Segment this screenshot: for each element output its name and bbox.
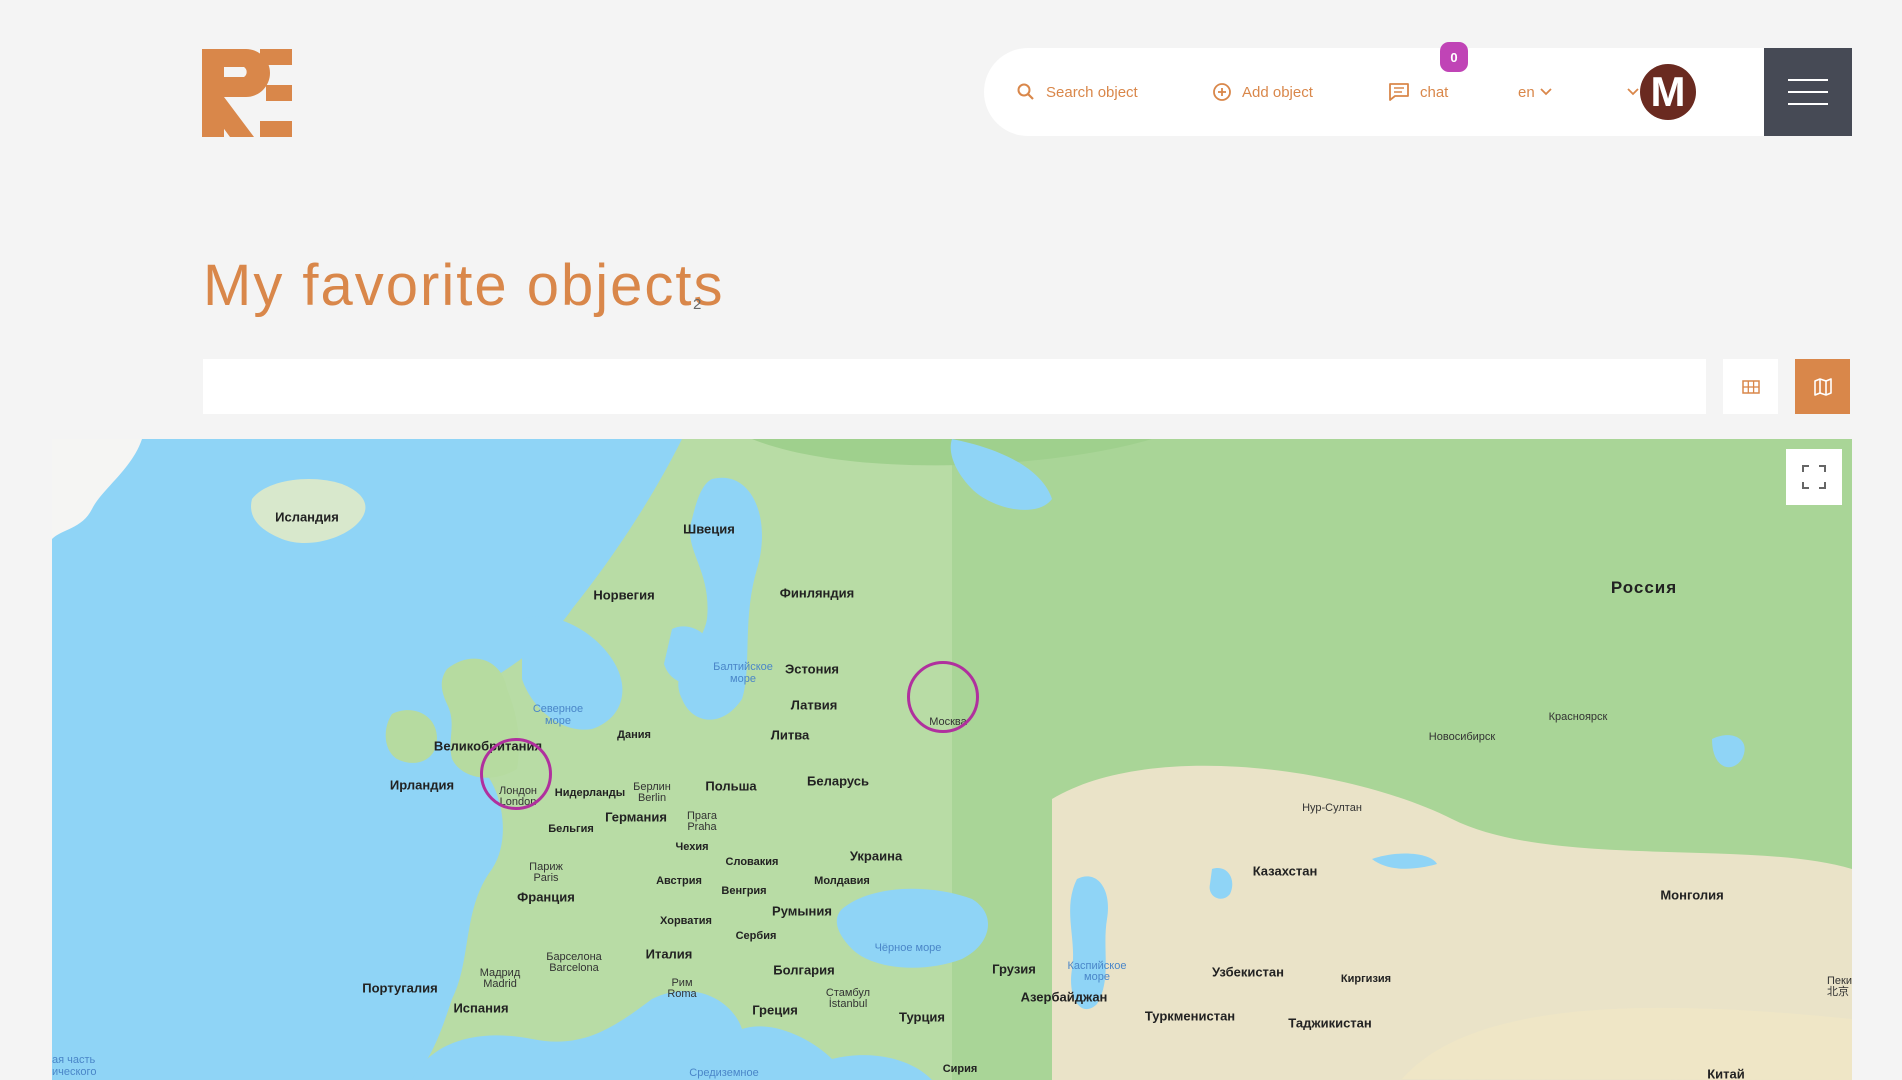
map-base xyxy=(52,439,1852,1080)
map-label: Средиземное xyxy=(689,1067,759,1079)
map-label: Стамбул İstanbul xyxy=(825,987,871,1010)
map-label: Австрия xyxy=(656,875,702,887)
map-label: Балтийское море xyxy=(713,661,773,685)
map-label: Азербайджан xyxy=(1020,989,1108,1005)
map-label: Красноярск xyxy=(1548,711,1608,723)
map-label: Нидерланды xyxy=(554,787,626,799)
map-label: Латвия xyxy=(790,697,838,713)
language-label: en xyxy=(1518,83,1535,101)
map-label: Франция xyxy=(517,889,575,905)
map-label: Италия xyxy=(645,946,693,962)
map-label: Эстония xyxy=(784,661,840,677)
page-title: My favorite objects xyxy=(203,253,725,318)
map-label: Ирландия xyxy=(389,777,455,793)
map-label: Киргизия xyxy=(1340,973,1392,985)
map-label: Берлин Berlin xyxy=(633,781,671,804)
add-object-label: Add object xyxy=(1242,83,1313,101)
fullscreen-button[interactable] xyxy=(1786,449,1842,505)
hamburger-line xyxy=(1788,103,1828,105)
map-label: Таджикистан xyxy=(1288,1015,1372,1031)
map-label: Туркменистан xyxy=(1144,1008,1236,1024)
chevron-down-icon xyxy=(1540,88,1552,96)
map-label: Польша xyxy=(705,778,757,794)
map-label: Дания xyxy=(617,729,651,741)
map-label: Украина xyxy=(849,848,903,864)
map-label: Узбекистан xyxy=(1211,964,1285,980)
add-object-link[interactable]: Add object xyxy=(1212,48,1313,136)
map-label: Сербия xyxy=(735,930,777,942)
map-label: Барселона Barcelona xyxy=(546,951,602,974)
hamburger-line xyxy=(1788,91,1828,93)
grid-view-button[interactable] xyxy=(1723,359,1778,414)
logo[interactable] xyxy=(202,49,292,137)
map-label: Швеция xyxy=(683,521,735,537)
map-label: Казахстан xyxy=(1252,863,1318,879)
map-label: Литва xyxy=(770,727,810,743)
map-label: Новосибирск xyxy=(1428,731,1496,743)
chat-label: chat xyxy=(1420,83,1449,101)
chevron-down-icon xyxy=(1627,88,1639,96)
grid-icon xyxy=(1741,379,1760,394)
map-label: Беларусь xyxy=(807,773,869,789)
map-label: Рим Roma xyxy=(667,977,697,1000)
map-label: Париж Paris xyxy=(529,861,563,884)
map-label: Хорватия xyxy=(660,915,712,927)
map-label: Молдавия xyxy=(814,875,870,887)
map-label: Чехия xyxy=(675,841,709,853)
map-label: Германия xyxy=(605,809,667,825)
map-label: Северное море xyxy=(532,703,584,727)
search-object-link[interactable]: Search object xyxy=(1016,48,1138,136)
map-label: Румыния xyxy=(772,903,832,919)
map-label: Португалия xyxy=(362,980,438,996)
map-view-button[interactable] xyxy=(1795,359,1850,414)
search-object-label: Search object xyxy=(1046,83,1138,101)
expand-icon xyxy=(1802,465,1826,489)
map-label: Бельгия xyxy=(548,823,594,835)
map-label: Грузия xyxy=(992,961,1036,977)
chat-count-badge: 0 xyxy=(1440,42,1468,72)
language-selector[interactable]: en xyxy=(1518,48,1553,136)
hamburger-menu-button[interactable] xyxy=(1764,48,1852,136)
map-label: Исландия xyxy=(275,509,339,525)
re-logo-icon xyxy=(202,49,292,137)
avatar[interactable]: M xyxy=(1640,64,1696,120)
map-label: Испания xyxy=(453,1000,509,1016)
filter-bar[interactable] xyxy=(203,359,1706,414)
map-label: Каспийское море xyxy=(1067,960,1127,983)
map-label: Китай xyxy=(1707,1066,1745,1080)
map-label: Греция xyxy=(752,1002,798,1018)
map-label: Нур-Султан xyxy=(1302,802,1362,814)
map-label: Пекин 北京 xyxy=(1827,975,1852,998)
map-label: Чёрное море xyxy=(874,942,942,954)
map-label: Прага Praha xyxy=(686,810,718,833)
top-navbar: Search object Add object chat 0 en M xyxy=(984,42,1852,136)
map-view[interactable]: Исландия Швеция Норвегия Финляндия Росси… xyxy=(52,439,1852,1080)
hamburger-line xyxy=(1788,79,1828,81)
map-icon xyxy=(1813,377,1832,396)
map-label: Турция xyxy=(898,1009,946,1025)
favorite-object-marker-london[interactable] xyxy=(480,738,552,810)
map-label: Финляндия xyxy=(779,585,855,601)
favorites-count: 2 xyxy=(693,296,702,313)
map-label: Монголия xyxy=(1660,887,1724,903)
map-label: ая часть ического xyxy=(52,1054,97,1078)
map-label: Россия xyxy=(1610,578,1678,597)
map-label: Венгрия xyxy=(721,885,767,897)
add-circle-icon xyxy=(1213,83,1231,101)
search-icon xyxy=(1017,83,1034,100)
map-label: Норвегия xyxy=(593,587,655,603)
favorite-object-marker-moscow[interactable] xyxy=(907,661,979,733)
chat-icon xyxy=(1389,83,1409,101)
map-label: Мадрид Madrid xyxy=(479,967,521,990)
map-label: Словакия xyxy=(725,856,779,868)
map-label: Болгария xyxy=(773,962,835,978)
map-label: Сирия xyxy=(942,1063,978,1075)
